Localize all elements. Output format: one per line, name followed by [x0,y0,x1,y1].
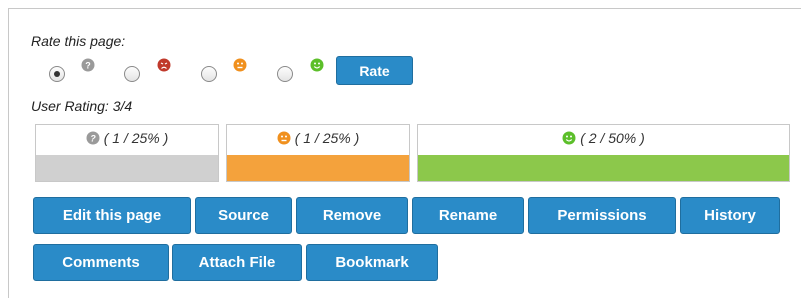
source-button[interactable]: Source [195,197,292,234]
rating-radio-neutral[interactable] [201,66,217,82]
question-face-icon: ? [86,131,100,145]
edit-page-button[interactable]: Edit this page [33,197,191,234]
bookmark-button[interactable]: Bookmark [306,244,438,281]
history-button[interactable]: History [680,197,780,234]
svg-text:?: ? [85,61,91,71]
neutral-face-icon [233,58,247,72]
rate-button[interactable]: Rate [336,56,413,85]
rating-bar-fill [227,155,409,181]
rating-bar-label: ( 1 / 25% ) [294,130,360,146]
remove-button[interactable]: Remove [296,197,408,234]
rename-button[interactable]: Rename [412,197,524,234]
rating-radio-undecided[interactable] [49,66,65,82]
rating-bar-fill [36,155,218,181]
svg-text:?: ? [90,134,96,144]
rating-bar-neutral: ( 1 / 25% ) [226,124,410,182]
question-face-icon: ? [81,58,95,72]
rating-bar-undecided: ? ( 1 / 25% ) [35,124,219,182]
permissions-button[interactable]: Permissions [528,197,676,234]
rating-bar-fill [418,155,789,181]
comments-button[interactable]: Comments [33,244,169,281]
rating-bar-good: ( 2 / 50% ) [417,124,790,182]
rating-radio-bad[interactable] [124,66,140,82]
smiley-face-icon [310,58,324,72]
rating-bar-label: ( 1 / 25% ) [103,130,169,146]
attach-file-button[interactable]: Attach File [172,244,302,281]
rating-bar-label: ( 2 / 50% ) [580,130,645,146]
angry-face-icon [157,58,171,72]
rate-title: Rate this page: [31,33,126,49]
neutral-face-icon [277,131,291,145]
smiley-face-icon [562,131,576,145]
user-rating-label: User Rating: 3/4 [31,98,133,114]
rating-radio-good[interactable] [277,66,293,82]
